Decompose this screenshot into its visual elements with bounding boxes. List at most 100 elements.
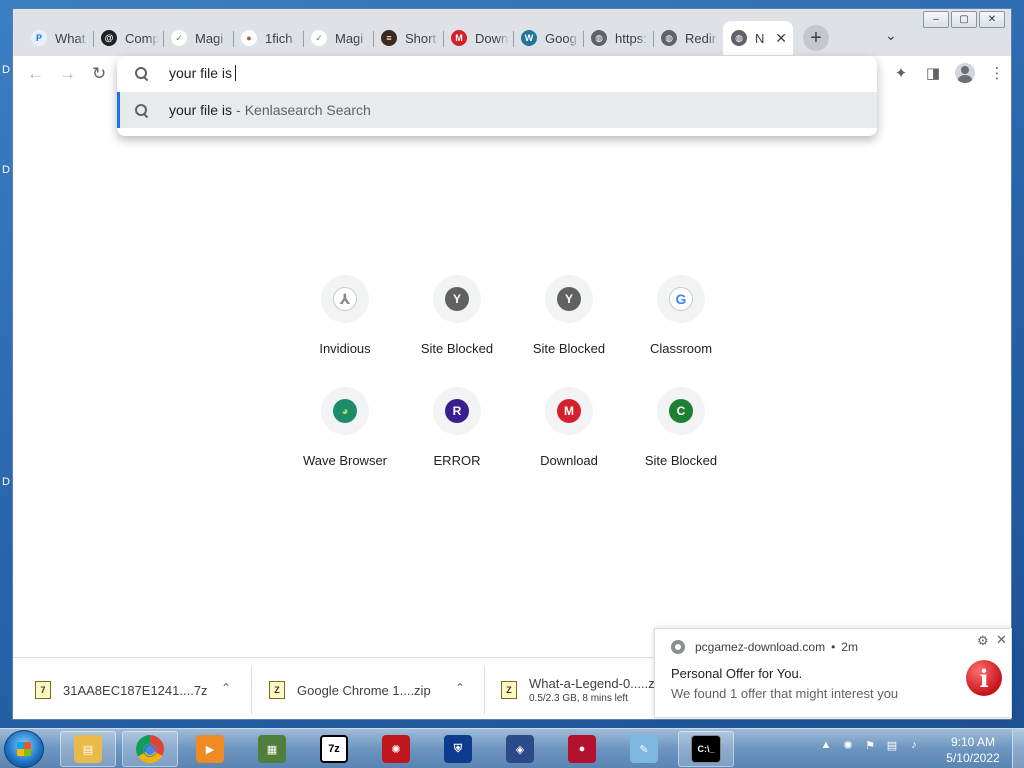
- desktop-icon-label[interactable]: D: [2, 476, 10, 488]
- site-favicon-icon: G: [669, 287, 693, 311]
- system-clock[interactable]: 9:10 AM 5/10/2022: [942, 734, 1004, 766]
- network-icon[interactable]: ▤: [884, 737, 900, 753]
- download-item[interactable]: 7 31AA8EC187E1241....7z ⌃: [13, 658, 247, 719]
- info-icon: i: [966, 660, 1002, 696]
- shortcut-tile[interactable]: Y Site Blocked: [513, 271, 625, 361]
- tab[interactable]: ≡ Short: [373, 21, 443, 55]
- shortcut-tile[interactable]: Y Site Blocked: [401, 271, 513, 361]
- download-progress-status: 0.5/2.3 GB, 8 mins left: [529, 693, 628, 704]
- tab-favicon-icon: ✓: [311, 30, 327, 46]
- suggestion-separator: -: [236, 102, 241, 118]
- chevron-up-icon[interactable]: ⌃: [455, 681, 465, 695]
- volume-icon[interactable]: ♪: [906, 737, 922, 753]
- desktop-icon-label[interactable]: D: [2, 164, 10, 176]
- taskbar-app-media-player[interactable]: ▶: [182, 731, 238, 767]
- chevron-up-icon[interactable]: ⌃: [221, 681, 231, 695]
- menu-kebab-icon[interactable]: ⋮: [981, 61, 1011, 85]
- shortcut-tile[interactable]: ◕ Wave Browser: [289, 383, 401, 473]
- search-icon: [135, 104, 147, 116]
- tab[interactable]: ✓ Magi: [163, 21, 233, 55]
- site-favicon-icon: R: [445, 399, 469, 423]
- tab[interactable]: M Down: [443, 21, 513, 55]
- shortcut-label: ERROR: [433, 453, 481, 468]
- start-button[interactable]: [4, 730, 44, 768]
- tab-favicon-icon: W: [521, 30, 537, 46]
- shortcut-tile[interactable]: R ERROR: [401, 383, 513, 473]
- tab-title: N: [755, 30, 765, 46]
- extensions-puzzle-icon[interactable]: ✦: [885, 61, 917, 85]
- shortcut-label: Invidious: [319, 341, 371, 356]
- minimize-button[interactable]: –: [923, 11, 949, 28]
- tab-favicon-icon: P: [31, 30, 47, 46]
- tab[interactable]: W Goog: [513, 21, 583, 55]
- tab[interactable]: ◍ Redir: [653, 21, 723, 55]
- shortcut-tile[interactable]: C Site Blocked: [625, 383, 737, 473]
- action-center-flag-icon[interactable]: ⚑: [862, 737, 878, 753]
- taskbar-app-screen-recorder[interactable]: ●: [554, 731, 610, 767]
- tab-search-chevron-down-icon[interactable]: ⌄: [885, 27, 897, 44]
- tab-title: Redir: [685, 30, 717, 46]
- tab-title: Magi: [195, 30, 224, 46]
- taskbar-app-notepad[interactable]: ✎: [616, 731, 672, 767]
- explorer-icon: ▤: [74, 735, 102, 763]
- clock-time: 9:10 AM: [950, 735, 996, 749]
- tab[interactable]: ✓ Magi: [303, 21, 373, 55]
- gear-icon[interactable]: ⚙: [977, 633, 989, 649]
- tab-list: P What @ Comp ✓ Magi ● 1fich ✓ Magi ≡ Short M Down W Go…: [23, 21, 793, 55]
- desktop-icon-label[interactable]: D: [2, 64, 10, 76]
- profile-button[interactable]: [949, 61, 981, 85]
- side-panel-icon[interactable]: ◨: [917, 61, 949, 85]
- close-icon[interactable]: ✕: [996, 632, 1007, 648]
- tray-app-icon[interactable]: ✺: [840, 737, 856, 753]
- tray-expand-arrow-icon[interactable]: ▲: [818, 737, 834, 753]
- system-tray: ▲ ✺ ⚑ ▤ ♪: [818, 737, 928, 753]
- tab-title: What: [55, 30, 86, 46]
- shortcut-tile[interactable]: G Classroom: [625, 271, 737, 361]
- taskbar-app-explorer[interactable]: ▤: [60, 731, 116, 767]
- taskbar-app-red-app[interactable]: ✺: [368, 731, 424, 767]
- taskbar-app-shield-vpn[interactable]: ⛨: [430, 731, 486, 767]
- tab[interactable]: P What: [23, 21, 93, 55]
- suggestion-engine: Kenlasearch Search: [244, 102, 371, 118]
- download-item[interactable]: Z What-a-Legend-0.....zip 0.5/2.3 GB, 8 …: [479, 658, 679, 719]
- shortcut-tile[interactable]: ⅄ Invidious: [289, 271, 401, 361]
- text-caret: [235, 65, 237, 81]
- task-manager-icon: ▦: [258, 735, 286, 763]
- back-button[interactable]: ←: [27, 64, 44, 84]
- tab[interactable]: ● 1fich: [233, 21, 303, 55]
- web-notification[interactable]: pcgamez-download.com • 2m ⚙ ✕ Personal O…: [654, 628, 1012, 718]
- browser-window: P What @ Comp ✓ Magi ● 1fich ✓ Magi ≡ Short M Down W Go…: [12, 8, 1012, 720]
- site-favicon-icon: C: [669, 399, 693, 423]
- download-filename: Google Chrome 1....zip: [297, 682, 431, 698]
- forward-button[interactable]: →: [59, 64, 76, 84]
- download-item[interactable]: Z Google Chrome 1....zip ⌃: [247, 658, 481, 719]
- notification-age: 2m: [841, 640, 858, 654]
- taskbar-app-chrome[interactable]: ◉: [122, 731, 178, 767]
- tab-active[interactable]: ◍ N ✕: [723, 21, 793, 55]
- tab-favicon-icon: ●: [241, 30, 257, 46]
- tab[interactable]: @ Comp: [93, 21, 163, 55]
- omnibox-input[interactable]: your file is: [117, 56, 877, 90]
- shortcut-icon-circle: C: [657, 387, 705, 435]
- tab-title: https:: [615, 30, 647, 46]
- shortcut-icon-circle: R: [433, 387, 481, 435]
- suggestion-query: your file is: [169, 102, 233, 118]
- tab[interactable]: ◍ https:: [583, 21, 653, 55]
- site-favicon-icon: ⅄: [333, 287, 357, 311]
- archive-file-icon: Z: [501, 681, 517, 699]
- taskbar-app-cmd[interactable]: C:\_: [678, 731, 734, 767]
- shortcut-tile[interactable]: M Download: [513, 383, 625, 473]
- close-window-button[interactable]: ✕: [979, 11, 1005, 28]
- taskbar-app-7zip[interactable]: 7z: [306, 731, 362, 767]
- taskbar-app-image-tool[interactable]: ◈: [492, 731, 548, 767]
- close-tab-icon[interactable]: ✕: [775, 30, 787, 47]
- notepad-icon: ✎: [630, 735, 658, 763]
- show-desktop-button[interactable]: [1012, 729, 1024, 768]
- tab-title: Goog: [545, 30, 577, 46]
- omnibox-suggestion[interactable]: your file is - Kenlasearch Search: [117, 92, 877, 128]
- tab-favicon-icon: ✓: [171, 30, 187, 46]
- taskbar-app-task-manager[interactable]: ▦: [244, 731, 300, 767]
- restore-button[interactable]: ▢: [951, 11, 977, 28]
- reload-button[interactable]: ↻: [92, 64, 106, 84]
- new-tab-button[interactable]: +: [803, 25, 829, 51]
